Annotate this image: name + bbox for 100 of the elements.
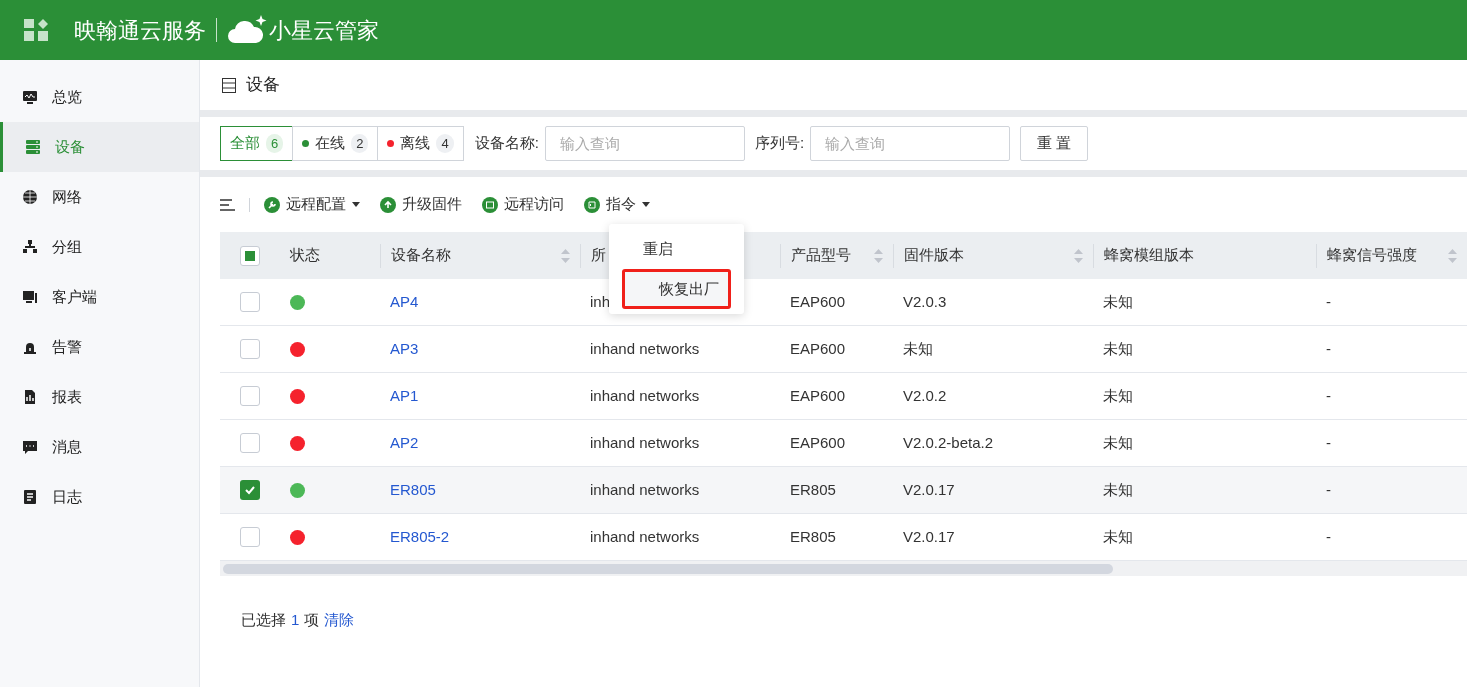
table-cell: 未知 xyxy=(1103,339,1133,357)
device-link[interactable]: ER805 xyxy=(390,480,436,498)
column-header: 蜂窝模组版本 xyxy=(1093,243,1316,268)
checkbox[interactable] xyxy=(240,480,260,500)
selection-unit: 项 xyxy=(304,610,320,630)
column-header: 固件版本 xyxy=(893,243,1093,268)
table-cell: 未知 xyxy=(1103,386,1133,404)
selection-count: 1 xyxy=(291,610,300,630)
table-cell: EAP600 xyxy=(790,339,846,357)
upload-icon xyxy=(380,196,396,213)
cloud-star-icon xyxy=(227,15,267,45)
monitor-icon xyxy=(22,89,38,105)
log-icon xyxy=(22,489,38,505)
apps-icon[interactable] xyxy=(24,19,48,41)
sort-icon[interactable] xyxy=(561,247,570,264)
selection-label: 已选择 xyxy=(241,610,286,630)
menu-item[interactable]: 恢复出厂 xyxy=(622,269,731,309)
field-label: 序列号: xyxy=(754,133,805,154)
scrollbar-thumb[interactable] xyxy=(223,563,1113,574)
table-cell: 未知 xyxy=(1103,292,1133,310)
command-icon xyxy=(584,196,600,213)
table-cell: EAP600 xyxy=(790,386,846,404)
clear-link[interactable]: 清除 xyxy=(324,609,355,632)
sidebar-item[interactable]: 客户端 xyxy=(0,272,199,322)
message-icon xyxy=(22,439,38,455)
table-cell: - xyxy=(1326,527,1331,545)
table-cell: inh xyxy=(590,292,611,310)
table-cell: inhand networks xyxy=(590,527,700,545)
table-cell: V2.0.17 xyxy=(903,527,955,545)
search-field[interactable]: 输入查询 xyxy=(810,126,1011,161)
list-icon xyxy=(222,77,236,93)
wrench-icon xyxy=(264,196,280,213)
table-cell: - xyxy=(1326,433,1331,451)
table-cell: inhand networks xyxy=(590,339,700,357)
toolbar-button[interactable]: 升级固件 xyxy=(380,193,462,216)
checkbox[interactable] xyxy=(240,245,260,266)
sort-icon[interactable] xyxy=(1074,247,1083,264)
device-link[interactable]: AP2 xyxy=(390,433,419,451)
network-icon xyxy=(22,239,38,255)
search-field[interactable]: 输入查询 xyxy=(544,126,745,161)
sidebar-item[interactable]: 告警 xyxy=(0,322,199,372)
terminal-window-icon xyxy=(482,196,498,213)
brand-name: 映翰通云服务 xyxy=(74,16,206,45)
menu-icon[interactable] xyxy=(220,198,235,211)
page-title: 设备 xyxy=(246,74,280,97)
column-header: 产品型号 xyxy=(780,243,893,268)
status-tab[interactable]: 在线 2 xyxy=(292,126,379,161)
checkbox[interactable] xyxy=(240,433,260,453)
table-cell: inhand networks xyxy=(590,386,700,404)
menu-item[interactable]: 重启 xyxy=(609,229,744,269)
table-cell: EAP600 xyxy=(790,292,846,310)
table-cell: inhand networks xyxy=(590,433,700,451)
sidebar-item[interactable]: 设备 xyxy=(0,122,199,172)
status-tab[interactable]: 离线 4 xyxy=(377,126,464,161)
column-header: 设备名称 xyxy=(380,243,580,268)
field-label: 设备名称: xyxy=(474,133,539,154)
sidebar-item[interactable]: 报表 xyxy=(0,372,199,422)
reset-button[interactable]: 重 置 xyxy=(1020,126,1089,161)
table-cell: - xyxy=(1326,292,1331,310)
toolbar-button[interactable]: 指令 xyxy=(584,193,650,216)
status-tab[interactable]: 全部 6 xyxy=(220,126,294,161)
sidebar-item[interactable]: 总览 xyxy=(0,72,199,122)
sort-icon[interactable] xyxy=(874,247,883,264)
table-cell: 未知 xyxy=(903,339,933,357)
device-link[interactable]: AP1 xyxy=(390,386,419,404)
table-cell: inhand networks xyxy=(590,480,700,498)
table-cell: 未知 xyxy=(1103,433,1133,451)
device-link[interactable]: ER805-2 xyxy=(390,527,450,545)
client-icon xyxy=(22,289,38,305)
column-header: 状态 xyxy=(289,245,321,266)
table-cell: V2.0.2 xyxy=(903,386,947,404)
sidebar-item[interactable]: 网络 xyxy=(0,172,199,222)
report-icon xyxy=(22,389,38,405)
sidebar-item[interactable]: 日志 xyxy=(0,472,199,522)
table-cell: ER805 xyxy=(790,480,836,498)
checkbox[interactable] xyxy=(240,339,260,359)
server-icon xyxy=(25,139,41,155)
table-cell: V2.0.2-beta.2 xyxy=(903,433,994,451)
sort-icon[interactable] xyxy=(1448,247,1457,264)
globe-icon xyxy=(22,189,38,205)
checkbox[interactable] xyxy=(240,292,260,312)
toolbar-button[interactable]: 远程配置 xyxy=(264,193,360,216)
check-icon xyxy=(244,484,256,496)
table-cell: 未知 xyxy=(1103,480,1133,498)
column-header: 蜂窝信号强度 xyxy=(1316,243,1467,268)
checkbox[interactable] xyxy=(240,527,260,547)
table-cell: - xyxy=(1326,339,1331,357)
table-cell: - xyxy=(1326,386,1331,404)
device-link[interactable]: AP3 xyxy=(390,339,419,357)
product-name: 小星云管家 xyxy=(269,16,379,45)
table-cell: V2.0.17 xyxy=(903,480,955,498)
table-cell: V2.0.3 xyxy=(903,292,947,310)
sidebar-item[interactable]: 分组 xyxy=(0,222,199,272)
device-link[interactable]: AP4 xyxy=(390,292,419,310)
table-cell: - xyxy=(1326,480,1331,498)
toolbar-button[interactable]: 远程访问 xyxy=(482,193,564,216)
checkbox[interactable] xyxy=(240,386,260,406)
table-row[interactable]: ER805 inhand networks ER805 V2.0.17 未知 - xyxy=(220,467,1467,514)
sidebar-item[interactable]: 消息 xyxy=(0,422,199,472)
table-cell: 未知 xyxy=(1103,527,1133,545)
